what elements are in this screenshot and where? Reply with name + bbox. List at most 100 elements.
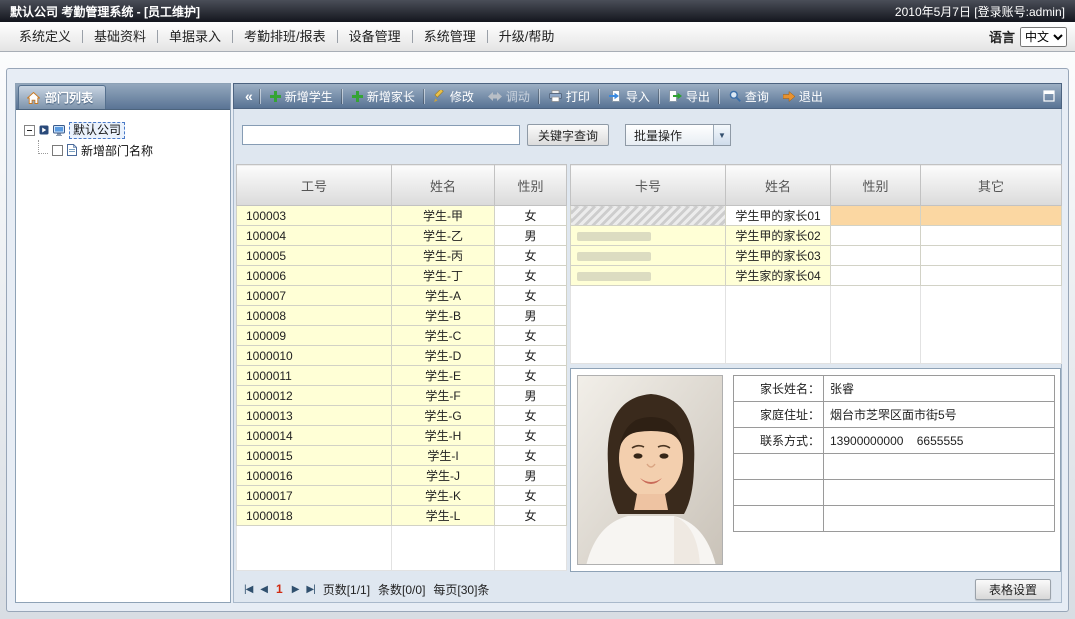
maximize-icon[interactable] — [1043, 90, 1055, 102]
toolbar-button-label: 新增家长 — [367, 88, 415, 105]
parent-row[interactable]: 学生甲的家长01 — [571, 206, 1062, 226]
toolbar-separator — [659, 89, 660, 104]
tree-expander-icon[interactable] — [24, 125, 35, 136]
prev-page-button[interactable]: ◀ — [260, 584, 267, 595]
toolbar-separator — [424, 89, 425, 104]
chevron-down-icon: ▼ — [713, 125, 730, 145]
student-row[interactable]: 100005学生-丙女 — [237, 246, 567, 266]
detail-label: 家庭住址： — [734, 402, 824, 428]
column-header[interactable]: 姓名 — [392, 165, 495, 206]
student-name-cell: 学生-J — [392, 466, 495, 486]
main-frame: 部门列表 默认公司 — [6, 68, 1069, 612]
menu-item-6[interactable]: 系统管理 — [413, 22, 487, 52]
toolbar-button-label: 调动 — [506, 88, 530, 105]
table-settings-button[interactable]: 表格设置 — [975, 579, 1051, 600]
student-row[interactable]: 1000012学生-F男 — [237, 386, 567, 406]
student-row[interactable]: 1000013学生-G女 — [237, 406, 567, 426]
keyword-search-button[interactable]: 关键字查询 — [527, 124, 609, 146]
department-icon — [67, 144, 77, 156]
toolbar-button-query[interactable]: 查询 — [722, 88, 776, 105]
column-header[interactable]: 卡号 — [571, 165, 726, 206]
column-header[interactable]: 性别 — [831, 165, 921, 206]
toolbar-button-import[interactable]: 导入 — [602, 88, 657, 105]
parent-row[interactable]: 学生家的家长04 — [571, 266, 1062, 286]
student-row[interactable]: 1000015学生-I女 — [237, 446, 567, 466]
toolbar-button-add-parent[interactable]: 新增家长 — [345, 88, 422, 105]
column-header[interactable]: 其它 — [921, 165, 1062, 206]
toolbar-button-edit[interactable]: 修改 — [427, 88, 481, 105]
student-name-cell: 学生-I — [392, 446, 495, 466]
import-icon — [609, 90, 622, 102]
plus-icon — [270, 91, 281, 102]
parent-card-cell — [571, 246, 726, 266]
language-select[interactable]: 中文 — [1020, 27, 1067, 47]
parent-sex-cell — [831, 226, 921, 246]
toolbar-button-label: 查询 — [745, 88, 769, 105]
menu-item-5[interactable]: 设备管理 — [338, 22, 412, 52]
column-header[interactable]: 工号 — [237, 165, 392, 206]
arrow-icon — [39, 125, 49, 135]
toolbar-separator — [719, 89, 720, 104]
student-row[interactable]: 1000016学生-J男 — [237, 466, 567, 486]
student-row[interactable]: 100003学生-甲女 — [237, 206, 567, 226]
current-page[interactable]: 1 — [275, 582, 284, 596]
student-id-cell: 1000018 — [237, 506, 392, 526]
student-sex-cell: 男 — [495, 466, 567, 486]
toolbar-button-label: 退出 — [799, 88, 823, 105]
search-icon — [729, 90, 741, 102]
detail-value — [824, 480, 1055, 506]
student-id-cell: 1000012 — [237, 386, 392, 406]
student-sex-cell: 女 — [495, 286, 567, 306]
tree-checkbox[interactable] — [52, 145, 63, 156]
tree-node-default-company[interactable]: 默认公司 — [69, 122, 125, 139]
toolbar-separator — [342, 89, 343, 104]
student-id-cell: 100005 — [237, 246, 392, 266]
menu-item-4[interactable]: 考勤排班/报表 — [233, 22, 337, 52]
menu-item-7[interactable]: 升级/帮助 — [488, 22, 566, 52]
student-row[interactable]: 100004学生-乙男 — [237, 226, 567, 246]
menu-item-1[interactable]: 系统定义 — [8, 22, 82, 52]
pencil-icon — [434, 90, 446, 102]
keyword-input[interactable] — [242, 125, 520, 145]
column-header[interactable]: 姓名 — [726, 165, 831, 206]
student-row[interactable]: 100007学生-A女 — [237, 286, 567, 306]
toolbar-button-label: 打印 — [566, 88, 590, 105]
student-row[interactable]: 100008学生-B男 — [237, 306, 567, 326]
session-info: 2010年5月7日 [登录账号:admin] — [895, 3, 1065, 20]
detail-value: 13900000000 6655555 — [824, 428, 1055, 454]
tree-node-child: 新增部门名称 — [24, 140, 222, 160]
tab-department-list[interactable]: 部门列表 — [18, 85, 106, 109]
menu-item-3[interactable]: 单据录入 — [158, 22, 232, 52]
student-row[interactable]: 1000011学生-E女 — [237, 366, 567, 386]
student-sex-cell: 女 — [495, 346, 567, 366]
detail-row: 家庭住址：烟台市芝罘区面市街5号 — [734, 402, 1055, 428]
parent-other-cell — [921, 266, 1062, 286]
student-row[interactable]: 1000014学生-H女 — [237, 426, 567, 446]
toolbar-button-export[interactable]: 导出 — [662, 88, 717, 105]
parent-row[interactable]: 学生甲的家长02 — [571, 226, 1062, 246]
toolbar-button-exit[interactable]: 退出 — [776, 88, 830, 105]
toolbar-button-add-student[interactable]: 新增学生 — [263, 88, 340, 105]
toolbar-button-print[interactable]: 打印 — [542, 88, 597, 105]
first-page-button[interactable]: |◀ — [244, 584, 252, 595]
last-page-button[interactable]: ▶| — [306, 584, 314, 595]
column-header[interactable]: 性别 — [495, 165, 567, 206]
student-row[interactable]: 100009学生-C女 — [237, 326, 567, 346]
parent-row[interactable]: 学生甲的家长03 — [571, 246, 1062, 266]
menu-item-2[interactable]: 基础资料 — [83, 22, 157, 52]
department-tree: 默认公司 新增部门名称 — [16, 110, 230, 170]
student-grid: 工号姓名性别 100003学生-甲女100004学生-乙男100005学生-丙女… — [236, 164, 567, 571]
student-row[interactable]: 1000017学生-K女 — [237, 486, 567, 506]
next-page-button[interactable]: ▶ — [292, 584, 299, 595]
collapse-button[interactable]: « — [240, 84, 258, 108]
student-row[interactable]: 1000010学生-D女 — [237, 346, 567, 366]
student-id-cell: 1000017 — [237, 486, 392, 506]
student-row[interactable]: 1000018学生-L女 — [237, 506, 567, 526]
tree-node-new-department[interactable]: 新增部门名称 — [81, 142, 153, 159]
search-row: 关键字查询 批量操作 ▼ — [234, 109, 1061, 153]
move-icon — [488, 91, 502, 102]
detail-label: 联系方式： — [734, 428, 824, 454]
student-row[interactable]: 100006学生-丁女 — [237, 266, 567, 286]
batch-operations-dropdown[interactable]: 批量操作 ▼ — [625, 124, 731, 146]
parent-card-cell — [571, 266, 726, 286]
